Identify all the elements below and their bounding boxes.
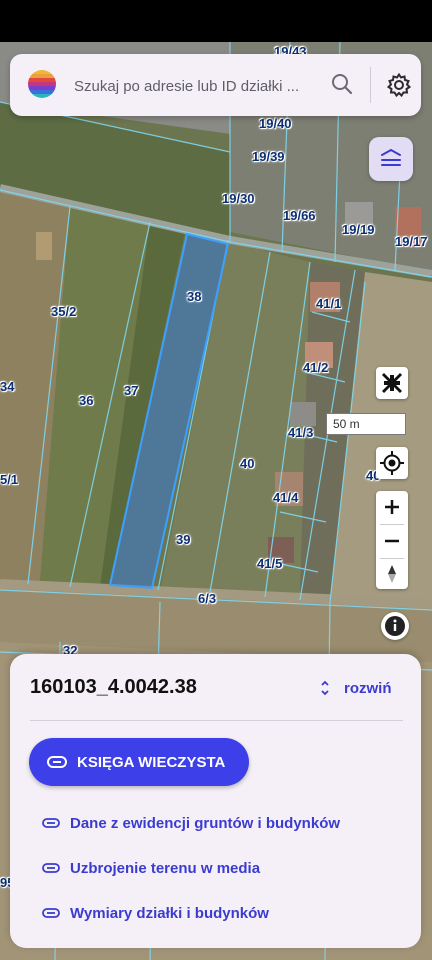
locate-icon <box>380 451 404 475</box>
parcel-label[interactable]: 19/30 <box>222 191 255 206</box>
locate-button[interactable] <box>376 447 408 479</box>
scale-label: 50 m <box>333 417 360 431</box>
parcel-label[interactable]: 38 <box>187 289 201 304</box>
parcel-label[interactable]: 37 <box>124 383 138 398</box>
layers-icon <box>381 148 401 166</box>
parcel-info-sheet: 160103_4.0042.38 rozwiń KSIĘGA WIECZYSTA… <box>10 654 421 948</box>
parcel-label[interactable]: 36 <box>79 393 93 408</box>
link-icon <box>42 863 60 873</box>
parcel-label[interactable]: 41/1 <box>316 296 341 311</box>
parcel-label[interactable]: 34 <box>0 379 14 394</box>
sheet-divider <box>30 720 403 721</box>
compass-icon <box>388 565 396 583</box>
parcel-label[interactable]: 6/3 <box>198 591 216 606</box>
parcel-label[interactable]: 19/39 <box>252 149 285 164</box>
parcel-label[interactable]: 5/1 <box>0 472 18 487</box>
link-label: Dane z ewidencji gruntów i budynków <box>70 814 341 832</box>
gear-icon[interactable] <box>386 72 412 103</box>
status-bar <box>0 0 432 42</box>
parcel-label[interactable]: 40 <box>240 456 254 471</box>
layers-button[interactable] <box>369 137 413 181</box>
zoom-out-button[interactable] <box>376 525 408 557</box>
parcel-label[interactable]: 39 <box>176 532 190 547</box>
link-label: Wymiary działki i budynków <box>70 904 269 922</box>
link-land-registry-data[interactable]: Dane z ewidencji gruntów i budynków <box>42 811 340 835</box>
parcel-label[interactable]: 35/2 <box>51 304 76 319</box>
fullscreen-exit-icon <box>382 373 402 393</box>
parcel-id: 160103_4.0042.38 <box>30 676 197 698</box>
scale-bar: 50 m <box>326 413 406 435</box>
expand-chevrons-icon <box>321 680 329 696</box>
compass-button[interactable] <box>376 559 408 589</box>
info-button[interactable] <box>381 612 409 640</box>
search-bar <box>10 54 421 116</box>
parcel-label[interactable]: 41/4 <box>273 490 298 505</box>
link-icon <box>47 756 67 768</box>
link-dimensions[interactable]: Wymiary działki i budynków <box>42 901 269 925</box>
link-icon <box>42 818 60 828</box>
land-register-label: KSIĘGA WIECZYSTA <box>77 753 226 771</box>
land-register-button[interactable]: KSIĘGA WIECZYSTA <box>29 738 249 786</box>
search-icon[interactable] <box>330 72 354 101</box>
app-logo <box>28 70 56 98</box>
fullscreen-exit-button[interactable] <box>376 367 408 399</box>
search-divider <box>370 67 371 103</box>
parcel-label[interactable]: 41/3 <box>288 425 313 440</box>
link-icon <box>42 908 60 918</box>
link-label: Uzbrojenie terenu w media <box>70 859 261 877</box>
parcel-label[interactable]: 19/17 <box>395 234 428 249</box>
parcel-label[interactable]: 41/2 <box>303 360 328 375</box>
link-utilities[interactable]: Uzbrojenie terenu w media <box>42 856 260 880</box>
zoom-in-button[interactable] <box>376 491 408 523</box>
info-icon <box>385 616 405 636</box>
expand-toggle[interactable]: rozwiń <box>320 676 392 700</box>
parcel-label[interactable]: 19/66 <box>283 208 316 223</box>
parcel-label[interactable]: 41/5 <box>257 556 282 571</box>
minus-icon <box>385 539 399 543</box>
plus-icon <box>385 500 399 514</box>
zoom-controls <box>376 491 408 589</box>
expand-label: rozwiń <box>344 679 392 697</box>
parcel-label[interactable]: 19/40 <box>259 116 292 131</box>
parcel-label[interactable]: 19/19 <box>342 222 375 237</box>
search-input[interactable] <box>72 72 316 100</box>
